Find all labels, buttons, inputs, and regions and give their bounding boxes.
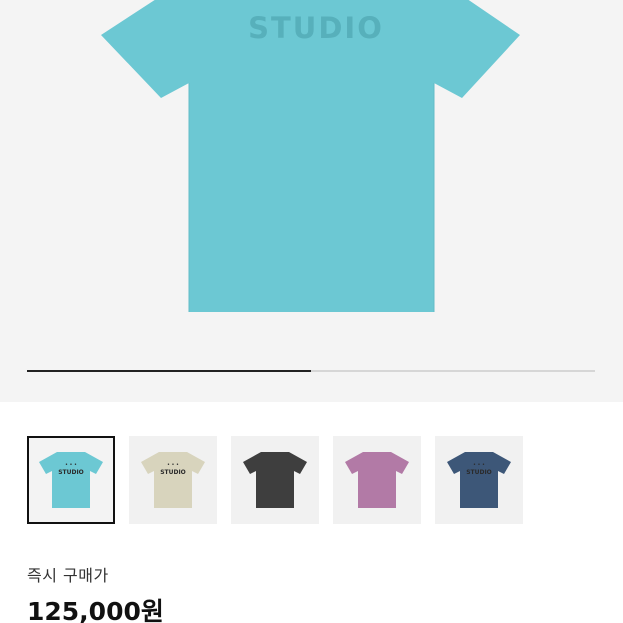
thumbnail-mauve[interactable] bbox=[333, 436, 421, 524]
main-tshirt-image: STUDIO bbox=[101, 0, 520, 312]
tshirt-body bbox=[101, 0, 520, 312]
thumbnail-tshirt-icon: • • •STUDIO bbox=[141, 452, 205, 508]
thumbnail-print-text: STUDIO bbox=[160, 469, 186, 476]
thumbnail-tshirt-icon bbox=[243, 452, 307, 508]
thumbnail-print-text: STUDIO bbox=[58, 469, 84, 476]
thumbnail-print-text: STUDIO bbox=[466, 469, 492, 476]
thumbnail-navy[interactable]: • • • STUDIO bbox=[435, 436, 523, 524]
instant-buy-price-label: 즉시 구매가 bbox=[27, 566, 109, 585]
thumbnail-tshirt-body bbox=[345, 452, 409, 508]
thumbnail-tshirt-icon bbox=[345, 452, 409, 508]
instant-buy-price: 125,000원 bbox=[27, 597, 164, 623]
color-thumbnails: • • • STUDIO • • • STUDIO • • • STUDIO bbox=[27, 436, 597, 526]
thumbnail-tshirt-body bbox=[39, 452, 103, 508]
thumbnail-aqua[interactable]: • • • STUDIO bbox=[27, 436, 115, 524]
thumbnail-tshirt-body bbox=[141, 452, 205, 508]
product-image-carousel[interactable]: STUDIO bbox=[0, 0, 623, 402]
carousel-progress-track bbox=[27, 370, 595, 372]
thumbnail-print-dots: • • • bbox=[65, 462, 77, 468]
carousel-progress-fill bbox=[27, 370, 311, 372]
product-page: STUDIO • • • STUDIO • • • STUDIO • • • STUD… bbox=[0, 0, 623, 623]
tshirt-print-text: STUDIO bbox=[248, 11, 384, 45]
thumbnail-beige[interactable]: • • • STUDIO bbox=[129, 436, 217, 524]
thumbnail-tshirt-icon: • • •STUDIO bbox=[39, 452, 103, 508]
thumbnail-print-dots: • • • bbox=[167, 462, 179, 468]
thumbnail-tshirt-body bbox=[447, 452, 511, 508]
thumbnail-tshirt-icon: • • •STUDIO bbox=[447, 452, 511, 508]
thumbnail-print-dots: • • • bbox=[473, 462, 485, 468]
thumbnail-charcoal[interactable] bbox=[231, 436, 319, 524]
thumbnail-tshirt-body bbox=[243, 452, 307, 508]
